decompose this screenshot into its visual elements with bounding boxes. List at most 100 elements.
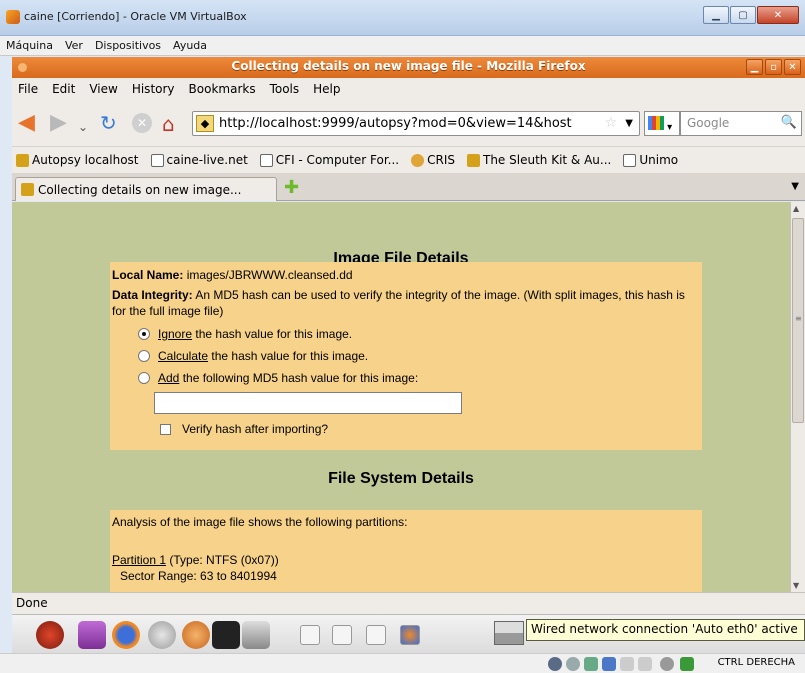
task-terminal-2[interactable] bbox=[332, 625, 352, 645]
partition-type: (Type: NTFS (0x07)) bbox=[169, 553, 279, 567]
menu-edit[interactable]: Edit bbox=[52, 82, 75, 96]
verify-hash-row[interactable]: Verify hash after importing? bbox=[160, 422, 700, 436]
magnifier-icon[interactable]: 🔍 bbox=[781, 115, 797, 130]
cd-icon[interactable] bbox=[566, 657, 580, 671]
fs-details-panel: Analysis of the image file shows the fol… bbox=[110, 510, 702, 592]
calculate-radio[interactable] bbox=[138, 350, 150, 362]
disk-icon[interactable] bbox=[548, 657, 562, 671]
menu-history[interactable]: History bbox=[132, 82, 175, 96]
site-identity-icon[interactable]: ◆ bbox=[196, 115, 214, 132]
file-manager-icon[interactable] bbox=[78, 621, 106, 649]
menu-bookmarks[interactable]: Bookmarks bbox=[189, 82, 256, 96]
mouse-integration-icon[interactable] bbox=[660, 657, 674, 671]
shell-icon[interactable] bbox=[182, 621, 210, 649]
bookmark-autopsy-localhost[interactable]: Autopsy localhost bbox=[16, 153, 139, 167]
ignore-radio[interactable] bbox=[138, 328, 150, 340]
forward-arrow-icon[interactable]: ▶ bbox=[50, 112, 67, 134]
page-icon bbox=[150, 153, 164, 167]
search-placeholder: Google bbox=[687, 116, 730, 130]
image-details-panel: Local Name: images/JBRWWW.cleansed.dd Da… bbox=[110, 262, 702, 450]
add-radio[interactable] bbox=[138, 372, 150, 384]
scroll-up-arrow-icon[interactable]: ▲ bbox=[793, 204, 799, 213]
vbox-menubar: Máquina Ver Dispositivos Ayuda bbox=[0, 36, 805, 56]
url-text[interactable]: http://localhost:9999/autopsy?mod=0&view… bbox=[219, 116, 585, 131]
host-key-label: CTRL DERECHA bbox=[717, 657, 795, 668]
reload-icon[interactable]: ↻ bbox=[100, 112, 122, 134]
partition-row: Partition 1 (Type: NTFS (0x07)) bbox=[112, 552, 700, 568]
tab-strip: Collecting details on new image... ✚ ▼ bbox=[12, 173, 805, 201]
new-tab-plus-icon[interactable]: ✚ bbox=[284, 179, 299, 197]
tab-collecting-details[interactable]: Collecting details on new image... bbox=[15, 177, 277, 201]
firefox-window-title: Collecting details on new image file - M… bbox=[231, 59, 586, 73]
home-icon[interactable]: ⌂ bbox=[162, 112, 175, 136]
terminal-icon[interactable] bbox=[212, 621, 240, 649]
integrity-row: Data Integrity: An MD5 hash can be used … bbox=[112, 288, 685, 318]
status-text: Done bbox=[16, 596, 48, 610]
tab-label: Collecting details on new image... bbox=[38, 182, 242, 197]
usb-icon[interactable] bbox=[584, 657, 598, 671]
ff-maximize-button[interactable]: ▫ bbox=[765, 59, 782, 75]
fs-details-heading: File System Details bbox=[328, 470, 474, 487]
task-terminal-1[interactable] bbox=[300, 625, 320, 645]
ff-minimize-button[interactable]: ▁ bbox=[746, 59, 763, 75]
calculate-link[interactable]: Calculate bbox=[158, 349, 208, 363]
local-name-value: images/JBRWWW.cleansed.dd bbox=[186, 268, 353, 282]
network-icon[interactable] bbox=[602, 657, 616, 671]
menu-file[interactable]: File bbox=[18, 82, 38, 96]
ff-close-button[interactable]: ✕ bbox=[784, 59, 801, 75]
search-input[interactable]: Google 🔍 bbox=[680, 111, 802, 136]
menu-tools[interactable]: Tools bbox=[270, 82, 300, 96]
navigation-toolbar: ◀ ▶ ⌄ ↻ ✕ ⌂ ◆ http://localhost:9999/auto… bbox=[12, 100, 805, 146]
url-bar[interactable]: ◆ http://localhost:9999/autopsy?mod=0&vi… bbox=[192, 111, 640, 136]
partition-link[interactable]: Partition 1 bbox=[112, 553, 166, 567]
menu-help[interactable]: Help bbox=[313, 82, 340, 96]
vbox-statusbar: CTRL DERECHA bbox=[0, 653, 805, 673]
vbox-menu-ayuda[interactable]: Ayuda bbox=[173, 39, 207, 52]
option-calculate[interactable]: Calculate the hash value for this image. bbox=[138, 349, 700, 363]
local-name-row: Local Name: images/JBRWWW.cleansed.dd bbox=[112, 268, 353, 282]
bookmark-cfi[interactable]: CFI - Computer For... bbox=[259, 153, 399, 167]
bookmarks-toolbar: Autopsy localhost caine-live.net CFI - C… bbox=[12, 146, 805, 173]
bookmark-caine-live[interactable]: caine-live.net bbox=[150, 153, 248, 167]
menu-view[interactable]: View bbox=[89, 82, 117, 96]
option-add[interactable]: Add the following MD5 hash value for thi… bbox=[138, 371, 700, 385]
search-engine-selector[interactable]: ▾ bbox=[644, 111, 680, 136]
display-icon[interactable] bbox=[638, 657, 652, 671]
back-arrow-icon[interactable]: ◀ bbox=[18, 112, 35, 134]
menu-button-icon[interactable] bbox=[36, 621, 64, 649]
autopsy-icon bbox=[467, 153, 480, 167]
bookmark-unimo[interactable]: Unimo bbox=[623, 153, 678, 167]
google-icon bbox=[648, 116, 664, 130]
history-dropdown-icon[interactable]: ⌄ bbox=[78, 116, 88, 138]
firefox-titlebar: Collecting details on new image file - M… bbox=[12, 57, 805, 78]
add-link[interactable]: Add bbox=[158, 371, 179, 385]
url-dropdown-icon[interactable]: ▼ bbox=[625, 118, 633, 129]
shared-folder-icon[interactable] bbox=[620, 657, 634, 671]
camera-icon[interactable] bbox=[242, 621, 270, 649]
host-key-icon[interactable] bbox=[680, 657, 694, 671]
bookmark-cris[interactable]: CRIS bbox=[411, 153, 455, 167]
md5-hash-input[interactable] bbox=[154, 392, 462, 414]
vbox-window-controls: ▁ ▢ ✕ bbox=[702, 6, 799, 24]
vbox-menu-dispositivos[interactable]: Dispositivos bbox=[95, 39, 161, 52]
workspace-pager[interactable] bbox=[494, 621, 524, 645]
ignore-link[interactable]: Ignore bbox=[158, 327, 192, 341]
scroll-down-arrow-icon[interactable]: ▼ bbox=[793, 581, 799, 590]
verify-hash-checkbox[interactable] bbox=[160, 423, 171, 435]
network-tooltip: Wired network connection 'Auto eth0' act… bbox=[526, 619, 805, 641]
task-window[interactable] bbox=[366, 625, 386, 645]
firefox-icon[interactable] bbox=[112, 621, 140, 649]
page-scrollbar[interactable]: ▲ ≡ ▼ bbox=[790, 202, 805, 592]
option-ignore[interactable]: Ignore the hash value for this image. bbox=[138, 327, 700, 341]
maximize-button[interactable]: ▢ bbox=[730, 6, 756, 24]
stop-icon[interactable]: ✕ bbox=[132, 113, 152, 133]
vbox-menu-ver[interactable]: Ver bbox=[65, 39, 83, 52]
bookmark-star-icon[interactable]: ☆ bbox=[604, 115, 617, 131]
close-button[interactable]: ✕ bbox=[757, 6, 799, 24]
bookmark-sleuth-kit[interactable]: The Sleuth Kit & Au... bbox=[467, 153, 611, 167]
settings-gear-icon[interactable] bbox=[148, 621, 176, 649]
tab-list-chevron-icon[interactable]: ▼ bbox=[791, 181, 799, 192]
task-firefox[interactable] bbox=[400, 625, 420, 645]
minimize-button[interactable]: ▁ bbox=[703, 6, 729, 24]
vbox-menu-maquina[interactable]: Máquina bbox=[6, 39, 53, 52]
